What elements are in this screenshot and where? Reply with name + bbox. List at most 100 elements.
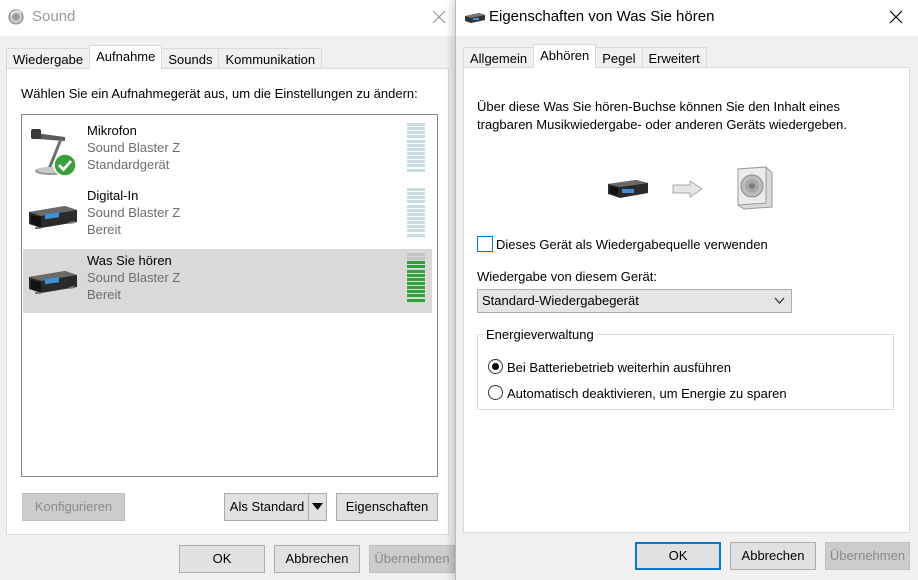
tab-pegel[interactable]: Pegel — [595, 47, 643, 68]
meter-segment — [407, 123, 425, 126]
sound-tab-strip: Wiedergabe Aufnahme Sounds Kommunikation — [6, 45, 323, 69]
tab-kommunikation[interactable]: Kommunikation — [218, 48, 323, 69]
meter-segment — [407, 151, 425, 155]
tab-aufnahme[interactable]: Aufnahme — [89, 45, 163, 69]
dropdown-arrow-icon — [312, 503, 323, 510]
meter-segment — [407, 164, 425, 168]
meter-segment — [407, 192, 425, 196]
recording-device-list[interactable]: Mikrofon Sound Blaster Z Standardgerät D… — [21, 114, 438, 477]
level-meter — [407, 123, 425, 175]
meter-segment — [407, 261, 425, 265]
radio-keep-running-label[interactable]: Bei Batteriebetrieb weiterhin ausführen — [507, 360, 731, 375]
meter-segment — [407, 257, 425, 261]
properties-cancel-button[interactable]: Abbrechen — [730, 542, 816, 570]
tab-erweitert[interactable]: Erweitert — [641, 47, 707, 68]
meter-segment — [407, 160, 425, 164]
meter-segment — [407, 208, 425, 212]
properties-window-title: Eigenschaften von Was Sie hören — [489, 8, 715, 25]
power-group-label: Energieverwaltung — [484, 327, 596, 342]
speaker-icon — [737, 166, 773, 210]
listen-checkbox-label[interactable]: Dieses Gerät als Wiedergabequelle verwen… — [496, 237, 768, 252]
sound-card-icon — [29, 271, 77, 294]
meter-segment — [407, 298, 425, 302]
meter-segment — [407, 269, 425, 273]
properties-apply-button[interactable]: Übernehmen — [825, 542, 910, 570]
tab-wiedergabe[interactable]: Wiedergabe — [6, 48, 91, 69]
meter-segment — [407, 294, 425, 298]
playback-device-select[interactable]: Standard-Wiedergabegerät — [477, 289, 792, 313]
meter-segment — [407, 135, 425, 139]
meter-segment — [407, 277, 425, 281]
meter-segment — [407, 225, 425, 229]
meter-segment — [407, 168, 425, 172]
meter-segment — [407, 253, 425, 256]
level-meter — [407, 188, 425, 240]
meter-segment — [407, 290, 425, 294]
configure-button[interactable]: Konfigurieren — [22, 493, 125, 521]
device-name: Mikrofon — [87, 123, 137, 138]
meter-segment — [407, 233, 425, 237]
device-item-was-sie-hoeren[interactable]: Was Sie hören Sound Blaster Z Bereit — [23, 249, 432, 313]
device-status: Bereit — [87, 287, 121, 302]
properties-button[interactable]: Eigenschaften — [336, 493, 438, 521]
tab-allgemein[interactable]: Allgemein — [463, 47, 535, 68]
set-default-button[interactable]: Als Standard — [224, 493, 309, 521]
radio-auto-disable[interactable] — [488, 385, 503, 400]
meter-segment — [407, 143, 425, 147]
meter-segment — [407, 196, 425, 200]
listen-checkbox[interactable] — [477, 236, 493, 252]
sound-titlebar: Sound — [0, 0, 455, 34]
level-meter — [407, 253, 425, 305]
device-status: Standardgerät — [87, 157, 170, 172]
device-item-digital-in[interactable]: Digital-In Sound Blaster Z Bereit — [23, 184, 432, 248]
device-name: Digital-In — [87, 188, 139, 203]
listen-description-line1: Über diese Was Sie hören-Buchse können S… — [477, 99, 841, 114]
sound-apply-button[interactable]: Übernehmen — [369, 545, 455, 573]
sound-card-icon — [608, 180, 648, 198]
meter-segment — [407, 286, 425, 290]
tab-sounds[interactable]: Sounds — [161, 48, 220, 69]
properties-titlebar: Eigenschaften von Was Sie hören — [456, 0, 918, 34]
meter-segment — [407, 131, 425, 135]
tab-abhoeren[interactable]: Abhören — [533, 44, 597, 68]
properties-close-icon[interactable] — [883, 4, 909, 30]
properties-tab-strip: Allgemein Abhören Pegel Erweitert — [463, 44, 707, 68]
meter-segment — [407, 147, 425, 151]
meter-segment — [407, 127, 425, 131]
sound-app-icon — [8, 9, 24, 25]
set-default-dropdown[interactable] — [308, 493, 327, 521]
sound-ok-button[interactable]: OK — [179, 545, 265, 573]
meter-segment — [407, 221, 425, 225]
recording-instruction: Wählen Sie ein Aufnahmegerät aus, um die… — [21, 86, 418, 101]
radio-auto-disable-label[interactable]: Automatisch deaktivieren, um Energie zu … — [507, 386, 787, 401]
arrow-right-icon — [672, 180, 703, 198]
meter-segment — [407, 212, 425, 216]
meter-segment — [407, 200, 425, 204]
playback-device-value: Standard-Wiedergabegerät — [482, 293, 639, 308]
meter-segment — [407, 139, 425, 143]
meter-segment — [407, 156, 425, 160]
device-driver: Sound Blaster Z — [87, 140, 181, 155]
meter-segment — [407, 188, 425, 191]
meter-segment — [407, 281, 425, 285]
radio-keep-running[interactable] — [488, 359, 503, 374]
meter-segment — [407, 273, 425, 277]
meter-segment — [407, 216, 425, 220]
device-status: Bereit — [87, 222, 121, 237]
listen-description-line2: tragbaren Musikwiedergabe- oder anderen … — [477, 117, 847, 132]
properties-ok-button[interactable]: OK — [635, 542, 721, 570]
default-checkmark-icon — [53, 153, 77, 177]
sound-window-title: Sound — [32, 8, 76, 25]
device-name: Was Sie hören — [87, 253, 172, 268]
sound-close-icon[interactable] — [426, 4, 452, 30]
playback-device-label: Wiedergabe von diesem Gerät: — [477, 269, 657, 284]
device-driver: Sound Blaster Z — [87, 205, 181, 220]
device-driver: Sound Blaster Z — [87, 270, 181, 285]
sound-cancel-button[interactable]: Abbrechen — [274, 545, 360, 573]
sound-card-icon — [29, 206, 77, 229]
radio-selected-dot — [492, 363, 499, 370]
meter-segment — [407, 229, 425, 233]
meter-segment — [407, 265, 425, 269]
device-item-mikrofon[interactable]: Mikrofon Sound Blaster Z Standardgerät — [23, 119, 432, 183]
meter-segment — [407, 204, 425, 208]
